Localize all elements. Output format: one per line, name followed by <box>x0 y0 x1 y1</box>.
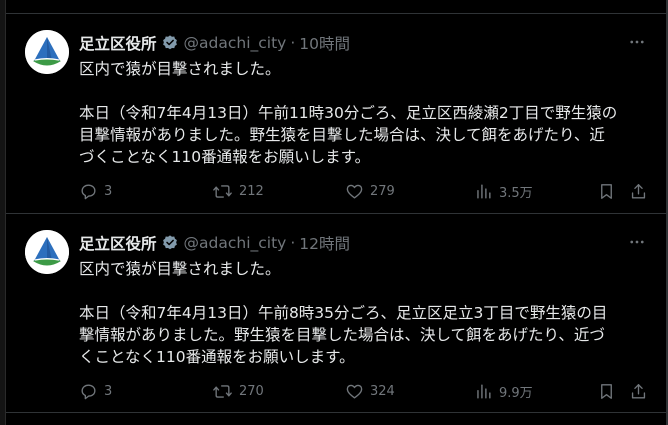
tweet[interactable]: 足立区役所 @adachi_city · 12時間 区内で猿が目撃されました。 … <box>6 214 666 412</box>
retweet-icon <box>213 184 232 198</box>
tweet-text-line: 本日（令和7年4月13日）午前8時35分ごろ、足立区足立3丁目で野生猿の目 <box>79 304 608 322</box>
bookmark-icon <box>601 183 612 199</box>
like-count: 324 <box>370 383 395 399</box>
retweet-icon <box>213 384 232 398</box>
separator-dot: · <box>290 34 296 52</box>
tweet-text-line: 目撃情報がありました。野生猿を目撃した場合は、決して餌をあげたり、近 <box>79 126 605 144</box>
reply-count: 3 <box>104 183 113 199</box>
share-button[interactable] <box>629 379 648 403</box>
tweet-header: 足立区役所 @adachi_city · 12時間 <box>79 232 350 254</box>
timestamp[interactable]: 10時間 <box>299 32 350 54</box>
tweet-text: 区内で猿が目撃されました。 本日（令和7年4月13日）午前8時35分ごろ、足立区… <box>79 258 654 368</box>
handle[interactable]: @adachi_city <box>184 234 287 252</box>
like-button[interactable]: 279 <box>345 179 395 203</box>
display-name[interactable]: 足立区役所 <box>79 32 157 54</box>
tweet-text: 区内で猿が目撃されました。 本日（令和7年4月13日）午前11時30分ごろ、足立… <box>79 58 654 168</box>
bookmark-button[interactable] <box>597 179 616 203</box>
like-count: 279 <box>370 183 395 199</box>
separator-dot: · <box>290 234 296 252</box>
divider <box>6 412 666 413</box>
retweet-button[interactable]: 270 <box>212 379 264 403</box>
action-bar: 3 212 279 3.5万 <box>79 179 656 203</box>
tweet[interactable]: 足立区役所 @adachi_city · 10時間 区内で猿が目撃されました。 … <box>6 14 666 212</box>
verified-badge-icon <box>161 34 179 52</box>
action-bar: 3 270 324 9.9万 <box>79 379 656 403</box>
more-horizontal-icon[interactable] <box>626 32 648 52</box>
reply-icon <box>81 383 96 399</box>
reply-count: 3 <box>104 383 113 399</box>
avatar[interactable] <box>25 30 69 74</box>
retweet-count: 270 <box>239 383 264 399</box>
retweet-button[interactable]: 212 <box>212 179 264 203</box>
views-button[interactable]: 9.9万 <box>474 379 533 403</box>
tweet-text-line: 区内で猿が目撃されました。 <box>79 260 281 278</box>
bookmark-button[interactable] <box>597 379 616 403</box>
tweet-text-line: 区内で猿が目撃されました。 <box>79 60 281 78</box>
display-name[interactable]: 足立区役所 <box>79 232 157 254</box>
share-button[interactable] <box>629 179 648 203</box>
timestamp[interactable]: 12時間 <box>299 232 350 254</box>
verified-badge-icon <box>161 234 179 252</box>
views-button[interactable]: 3.5万 <box>474 179 533 203</box>
views-bar-chart-icon <box>477 383 491 399</box>
avatar[interactable] <box>25 230 69 274</box>
tweet-header: 足立区役所 @adachi_city · 10時間 <box>79 32 350 54</box>
heart-icon <box>346 184 363 199</box>
heart-icon <box>346 384 363 399</box>
adachi-logo-icon <box>25 230 69 274</box>
views-count: 3.5万 <box>499 185 533 201</box>
tweet-text-line: づくことなく110番通報をお願いします。 <box>79 148 371 166</box>
share-icon <box>631 383 646 399</box>
reply-icon <box>81 183 96 199</box>
bookmark-icon <box>601 383 612 399</box>
retweet-count: 212 <box>239 183 264 199</box>
timeline: 足立区役所 @adachi_city · 10時間 区内で猿が目撃されました。 … <box>0 0 668 425</box>
views-bar-chart-icon <box>477 183 491 199</box>
share-icon <box>631 183 646 199</box>
handle[interactable]: @adachi_city <box>184 34 287 52</box>
tweet-text-line: くことなく110番通報をお願いします。 <box>79 348 355 366</box>
more-horizontal-icon[interactable] <box>626 232 648 252</box>
adachi-logo-icon <box>25 30 69 74</box>
reply-button[interactable]: 3 <box>79 379 112 403</box>
views-count: 9.9万 <box>499 385 533 401</box>
reply-button[interactable]: 3 <box>79 179 112 203</box>
like-button[interactable]: 324 <box>345 379 395 403</box>
tweet-text-line: 撃情報がありました。野生猿を目撃した場合は、決して餌をあげたり、近づ <box>79 326 605 344</box>
tweet-text-line: 本日（令和7年4月13日）午前11時30分ごろ、足立区西綾瀬2丁目で野生猿の <box>79 104 618 122</box>
